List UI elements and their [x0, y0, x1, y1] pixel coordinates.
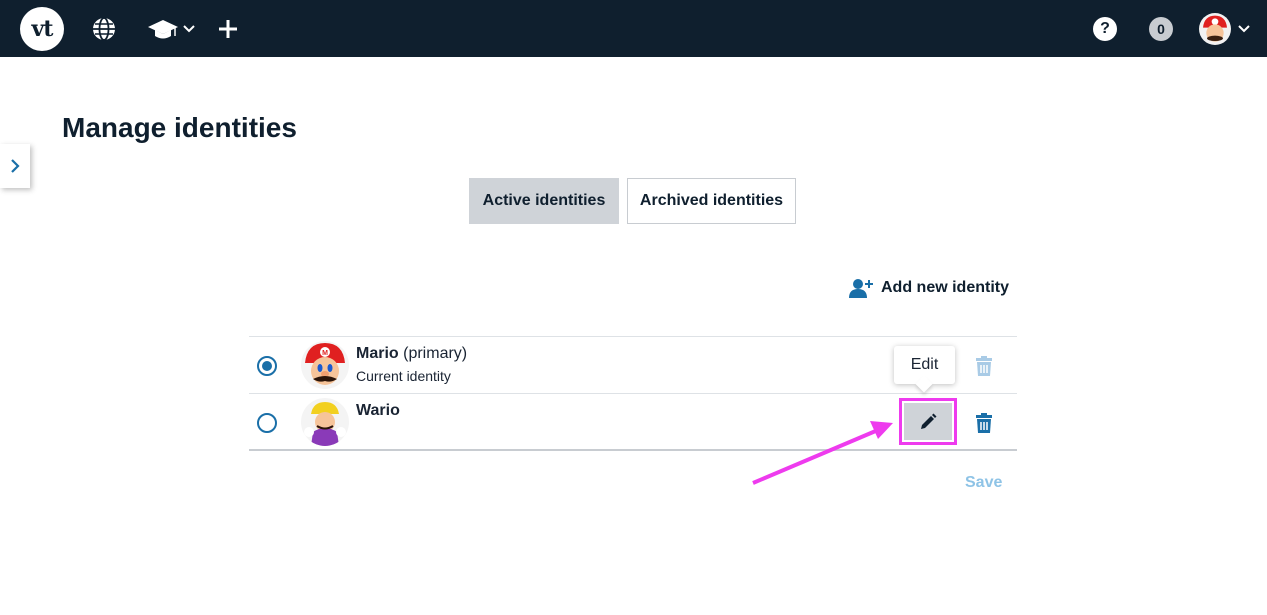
wario-avatar	[301, 398, 349, 446]
edit-identity-button-wario[interactable]	[899, 398, 957, 445]
plus-icon[interactable]	[217, 15, 239, 43]
trash-icon	[976, 413, 992, 433]
identity-name-line-wario: Wario	[356, 402, 400, 420]
identity-subtitle: Current identity	[356, 368, 451, 384]
top-navigation-bar: vt ? 0	[0, 0, 1267, 57]
identity-name-line-mario: Mario (primary)	[356, 345, 467, 363]
identity-radio-wario[interactable]	[257, 413, 277, 433]
graduation-cap-icon	[148, 20, 178, 39]
vt-logo[interactable]: vt	[20, 7, 64, 51]
user-menu[interactable]	[1199, 13, 1251, 45]
globe-icon[interactable]	[91, 15, 117, 43]
tab-archived-identities[interactable]: Archived identities	[627, 178, 796, 224]
chevron-down-icon	[183, 25, 195, 33]
trash-icon	[976, 356, 992, 376]
tab-active-identities[interactable]: Active identities	[469, 178, 619, 224]
delete-identity-button-mario[interactable]	[975, 356, 993, 381]
help-label: ?	[1100, 20, 1110, 37]
identity-radio-mario[interactable]	[257, 356, 277, 376]
page-title: Manage identities	[62, 112, 297, 143]
edit-tooltip: Edit	[894, 346, 955, 384]
tooltip-label: Edit	[910, 356, 939, 373]
identity-row-wario: Wario	[249, 394, 1017, 451]
drawer-toggle-button[interactable]	[0, 144, 30, 188]
svg-text:M: M	[322, 350, 328, 357]
notification-count: 0	[1157, 21, 1165, 37]
edit-button-inner	[904, 403, 952, 440]
logo-text: vt	[31, 16, 54, 42]
courses-menu[interactable]	[147, 15, 196, 43]
user-plus-icon	[849, 279, 873, 298]
save-button[interactable]: Save	[965, 474, 1002, 492]
pencil-icon	[921, 413, 937, 429]
avatar	[1199, 13, 1231, 45]
identity-tag: (primary)	[403, 345, 468, 362]
delete-identity-button-wario[interactable]	[975, 413, 993, 438]
chevron-right-icon	[11, 159, 20, 173]
help-icon[interactable]: ?	[1093, 17, 1117, 41]
identity-name: Wario	[356, 402, 400, 419]
identity-name: Mario	[356, 345, 399, 362]
chevron-down-icon	[1238, 25, 1250, 33]
add-new-identity-button[interactable]: Add new identity	[849, 278, 1009, 298]
add-new-identity-label: Add new identity	[881, 279, 1009, 296]
annotation-arrow	[752, 421, 893, 485]
mario-avatar: M	[301, 341, 349, 389]
notification-badge[interactable]: 0	[1149, 17, 1173, 41]
